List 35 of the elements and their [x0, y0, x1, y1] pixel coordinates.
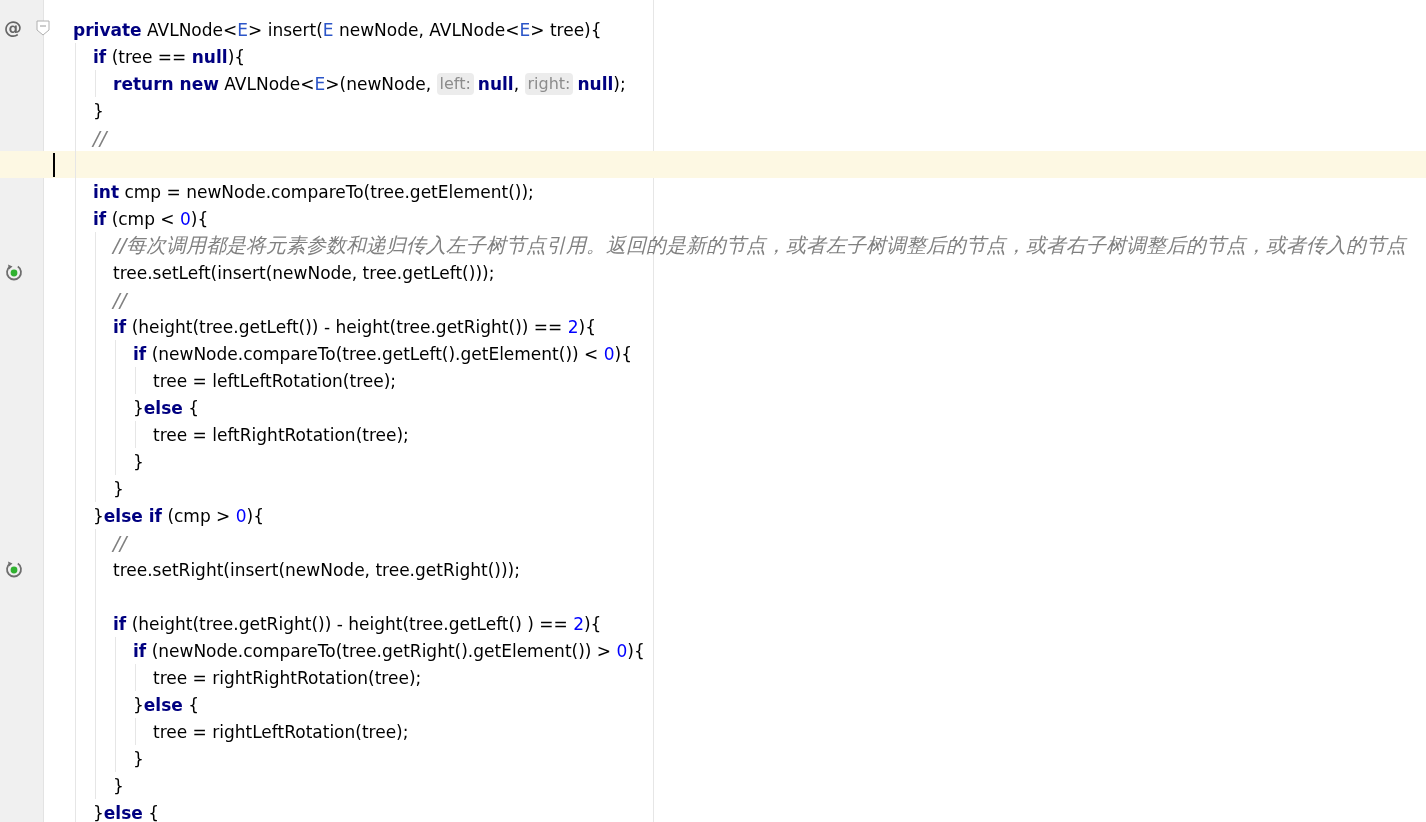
code-line: tree.setRight(insert(newNode, tree.getRight())); [113, 559, 520, 580]
code-line: }else { [133, 397, 200, 418]
code-line: if (newNode.compareTo(tree.getRight().getElement()) > 0){ [133, 640, 645, 661]
code-line: tree = rightLeftRotation(tree); [153, 721, 409, 742]
parameter-hint: right: [524, 72, 574, 95]
fold-marker-icon[interactable] [36, 20, 50, 36]
code-line: }else if (cmp > 0){ [93, 505, 265, 526]
code-line: tree = leftRightRotation(tree); [153, 424, 409, 445]
code-line: tree = rightRightRotation(tree); [153, 667, 422, 688]
implements-marker[interactable]: @ [4, 17, 22, 38]
code-line: } [133, 748, 144, 769]
code-line: if (cmp < 0){ [93, 208, 209, 229]
code-fragment: null); [577, 73, 626, 94]
code-line: tree = leftLeftRotation(tree); [153, 370, 397, 391]
code-comment: // [113, 287, 127, 312]
code-fragment: null, [477, 73, 521, 94]
code-line: }else { [93, 802, 160, 822]
code-comment: //每次调用都是将元素参数和递归传入左子树节点引用。返回的是新的节点，或者左子树调整后的节点，或者右子树调整后的节点，或者传入的节点 [113, 232, 1407, 259]
code-line: if (height(tree.getLeft()) - height(tree.getRight()) == 2){ [113, 316, 596, 337]
code-line: } [113, 775, 124, 796]
code-line: } [113, 478, 124, 499]
code-line: private AVLNode<E> insert(E newNode, AVLNode<E> tree){ [73, 19, 602, 40]
code-line: tree.setLeft(insert(newNode, tree.getLeft())); [113, 262, 495, 283]
code-line: if (height(tree.getRight()) - height(tree.getLeft() ) == 2){ [113, 613, 602, 634]
code-line: int cmp = newNode.compareTo(tree.getElement()); [93, 181, 534, 202]
text-cursor [53, 153, 55, 177]
code-line: if (tree == null){ [93, 46, 246, 67]
code-line: } [93, 100, 104, 121]
parameter-hint: left: [436, 72, 474, 95]
code-comment: // [113, 530, 127, 555]
code-line: }else { [133, 694, 200, 715]
code-line: if (newNode.compareTo(tree.getLeft().getElement()) < 0){ [133, 343, 632, 364]
code-fragment: return new AVLNode<E>(newNode, [113, 73, 433, 94]
code-comment: // [93, 125, 107, 150]
code-line: } [133, 451, 144, 472]
